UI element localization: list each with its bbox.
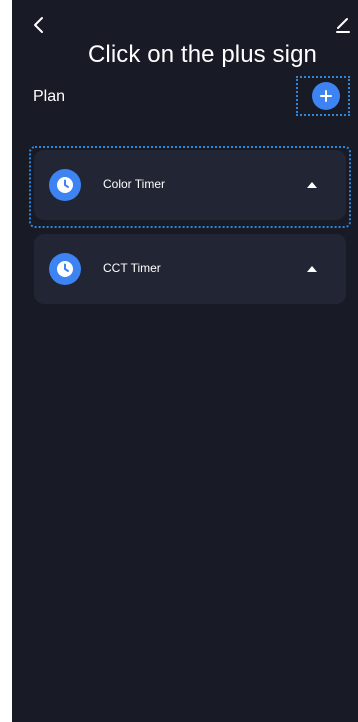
caret-up-icon[interactable] [306,180,318,190]
caret-up-icon[interactable] [306,264,318,274]
timer-card-cct[interactable]: CCT Timer [34,234,346,304]
add-plan-button[interactable] [312,82,340,110]
clock-icon [49,253,81,285]
timer-card-color[interactable]: Color Timer [34,150,346,220]
timer-name: Color Timer [103,177,166,191]
instruction-text: Click on the plus sign [88,41,317,68]
phone-screen: Click on the plus sign Plan Color Timer [12,0,358,722]
clock-icon [49,169,81,201]
chevron-left-icon[interactable] [29,15,49,35]
plan-title: Plan [33,88,66,105]
plus-icon [320,90,332,102]
edit-icon[interactable] [334,16,352,34]
timer-name: CCT Timer [103,261,161,275]
